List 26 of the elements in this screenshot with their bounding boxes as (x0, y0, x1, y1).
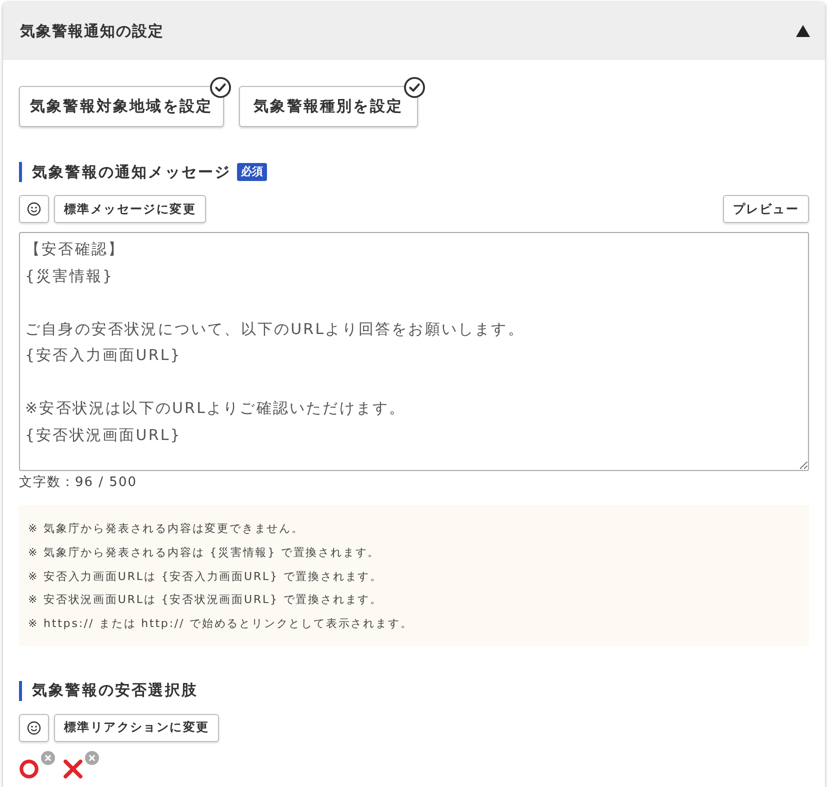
caret-up-icon[interactable] (796, 25, 810, 37)
note-text: ※ 安否入力画面URLは {安否入力画面URL} で置換されます。 (28, 568, 383, 585)
required-badge: 必須 (237, 163, 268, 181)
note-text: ※ https:// または http:// で始めるとリンクとして表示されます。 (28, 616, 413, 632)
preview-button[interactable]: プレビュー (723, 195, 809, 223)
panel-header[interactable]: 気象警報通知の設定 (3, 2, 825, 60)
emoji-button[interactable] (19, 714, 49, 742)
smiley-icon (27, 202, 41, 216)
emoji-button[interactable] (19, 195, 49, 223)
note-text: ※ 気象庁から発表される内容は変更できません。 (28, 521, 304, 537)
message-field[interactable]: 【安否確認】 {災害情報} ご自身の安否状況について、以下のURLより回答をお願いします。 {安否入力画面URL} ※安否状況は以下のURLよりご確認いただけます。 {安否状況画面URL} (19, 232, 809, 471)
smiley-icon (27, 720, 41, 735)
character-count: 文字数：96 / 500 (19, 475, 137, 491)
section-heading: 気象警報の通知メッセージ (32, 162, 232, 182)
setting-button[interactable]: 気象警報対象地域を設定 (19, 86, 224, 127)
reset-message-button[interactable]: 標準メッセージに変更 (54, 195, 206, 223)
reset-reactions-button[interactable]: 標準リアクションに変更 (54, 714, 220, 742)
panel-title: 気象警報通知の設定 (20, 22, 164, 40)
section-heading: 気象警報の安否選択肢 (32, 681, 198, 700)
note-text: ※ 安否状況画面URLは {安否状況画面URL} で置換されます。 (28, 592, 383, 608)
cross-icon (63, 758, 83, 779)
ring-icon (19, 758, 39, 779)
heading-accent-bar (19, 162, 22, 182)
note-text: ※ 気象庁から発表される内容は {災害情報} で置換されます。 (28, 544, 380, 561)
heading-accent-bar (19, 680, 22, 701)
setting-button[interactable]: 気象警報種別を設定 (238, 86, 418, 127)
